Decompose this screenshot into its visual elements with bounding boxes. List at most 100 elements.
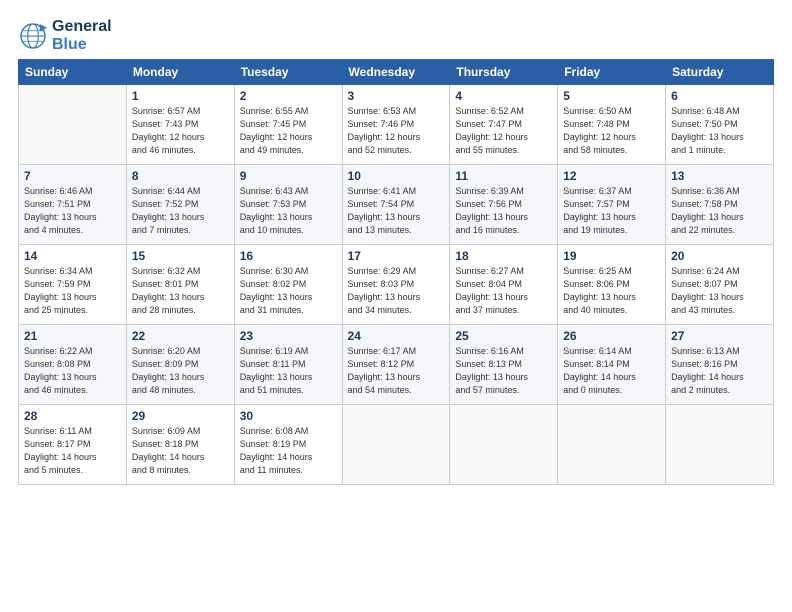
day-number: 25 <box>455 329 552 343</box>
day-number: 26 <box>563 329 660 343</box>
weekday-header: Saturday <box>666 60 774 85</box>
calendar-day-cell: 22Sunrise: 6:20 AM Sunset: 8:09 PM Dayli… <box>126 325 234 405</box>
day-info: Sunrise: 6:57 AM Sunset: 7:43 PM Dayligh… <box>132 105 229 157</box>
calendar-day-cell: 18 Sunrise: 6:27 AM Sunset: 8:04 PM Dayli… <box>450 245 558 325</box>
calendar-day-cell: 6Sunrise: 6:48 AM Sunset: 7:50 PM Daylig… <box>666 85 774 165</box>
day-number: 16 <box>240 249 337 263</box>
day-number: 2 <box>240 89 337 103</box>
calendar-day-cell: 26 Sunrise: 6:14 AM Sunset: 8:14 PM Dayli… <box>558 325 666 405</box>
day-info: Sunrise: 6:41 AM Sunset: 7:54 PM Dayligh… <box>348 185 445 237</box>
day-number: 5 <box>563 89 660 103</box>
day-number: 17 <box>348 249 445 263</box>
day-info: Sunrise: 6:30 AM Sunset: 8:02 PM Dayligh… <box>240 265 337 317</box>
calendar-day-cell <box>666 405 774 485</box>
calendar-day-cell: 27 Sunrise: 6:13 AM Sunset: 8:16 PM Dayli… <box>666 325 774 405</box>
day-number: 3 <box>348 89 445 103</box>
day-info: Sunrise: 6:46 AM Sunset: 7:51 PM Dayligh… <box>24 185 121 237</box>
day-number: 6 <box>671 89 768 103</box>
day-info: Sunrise: 6:27 AM Sunset: 8:04 PM Dayligh… <box>455 265 552 317</box>
day-number: 20 <box>671 249 768 263</box>
day-number: 11 <box>455 169 552 183</box>
calendar-day-cell: 12 Sunrise: 6:37 AM Sunset: 7:57 PM Dayli… <box>558 165 666 245</box>
day-info: Sunrise: 6:19 AM Sunset: 8:11 PM Dayligh… <box>240 345 337 397</box>
page: General Blue SundayMondayTuesdayWednesda… <box>0 0 792 612</box>
logo-icon <box>18 21 48 51</box>
calendar-day-cell: 10 Sunrise: 6:41 AM Sunset: 7:54 PM Dayli… <box>342 165 450 245</box>
day-info: Sunrise: 6:13 AM Sunset: 8:16 PM Dayligh… <box>671 345 768 397</box>
day-info: Sunrise: 6:22 AM Sunset: 8:08 PM Dayligh… <box>24 345 121 397</box>
day-number: 8 <box>132 169 229 183</box>
calendar-day-cell: 1 Sunrise: 6:57 AM Sunset: 7:43 PM Daylig… <box>126 85 234 165</box>
calendar-day-cell: 4 Sunrise: 6:52 AM Sunset: 7:47 PM Daylig… <box>450 85 558 165</box>
day-number: 7 <box>24 169 121 183</box>
calendar-day-cell: 13 Sunrise: 6:36 AM Sunset: 7:58 PM Dayli… <box>666 165 774 245</box>
calendar-day-cell: 5 Sunrise: 6:50 AM Sunset: 7:48 PM Daylig… <box>558 85 666 165</box>
calendar-day-cell <box>558 405 666 485</box>
day-number: 4 <box>455 89 552 103</box>
day-info: Sunrise: 6:37 AM Sunset: 7:57 PM Dayligh… <box>563 185 660 237</box>
calendar-day-cell: 16 Sunrise: 6:30 AM Sunset: 8:02 PM Dayli… <box>234 245 342 325</box>
day-info: Sunrise: 6:52 AM Sunset: 7:47 PM Dayligh… <box>455 105 552 157</box>
day-info: Sunrise: 6:24 AM Sunset: 8:07 PM Dayligh… <box>671 265 768 317</box>
weekday-header: Tuesday <box>234 60 342 85</box>
weekday-header: Friday <box>558 60 666 85</box>
day-info: Sunrise: 6:11 AM Sunset: 8:17 PM Dayligh… <box>24 425 121 477</box>
logo-text: General Blue <box>52 18 112 53</box>
calendar-week-row: 7 Sunrise: 6:46 AM Sunset: 7:51 PM Daylig… <box>19 165 774 245</box>
day-number: 24 <box>348 329 445 343</box>
day-info: Sunrise: 6:14 AM Sunset: 8:14 PM Dayligh… <box>563 345 660 397</box>
day-number: 30 <box>240 409 337 423</box>
calendar-day-cell: 21 Sunrise: 6:22 AM Sunset: 8:08 PM Dayli… <box>19 325 127 405</box>
calendar-day-cell: 24 Sunrise: 6:17 AM Sunset: 8:12 PM Dayli… <box>342 325 450 405</box>
day-number: 18 <box>455 249 552 263</box>
calendar-day-cell: 29 Sunrise: 6:09 AM Sunset: 8:18 PM Dayli… <box>126 405 234 485</box>
header: General Blue <box>18 18 774 53</box>
calendar-day-cell <box>19 85 127 165</box>
day-info: Sunrise: 6:08 AM Sunset: 8:19 PM Dayligh… <box>240 425 337 477</box>
calendar-week-row: 14Sunrise: 6:34 AM Sunset: 7:59 PM Dayli… <box>19 245 774 325</box>
calendar-table: SundayMondayTuesdayWednesdayThursdayFrid… <box>18 59 774 485</box>
day-info: Sunrise: 6:17 AM Sunset: 8:12 PM Dayligh… <box>348 345 445 397</box>
day-number: 15 <box>132 249 229 263</box>
calendar-day-cell: 11 Sunrise: 6:39 AM Sunset: 7:56 PM Dayli… <box>450 165 558 245</box>
calendar-day-cell: 28 Sunrise: 6:11 AM Sunset: 8:17 PM Dayli… <box>19 405 127 485</box>
day-info: Sunrise: 6:43 AM Sunset: 7:53 PM Dayligh… <box>240 185 337 237</box>
day-number: 29 <box>132 409 229 423</box>
calendar-day-cell: 2 Sunrise: 6:55 AM Sunset: 7:45 PM Daylig… <box>234 85 342 165</box>
day-info: Sunrise: 6:29 AM Sunset: 8:03 PM Dayligh… <box>348 265 445 317</box>
day-info: Sunrise: 6:50 AM Sunset: 7:48 PM Dayligh… <box>563 105 660 157</box>
calendar-day-cell: 15 Sunrise: 6:32 AM Sunset: 8:01 PM Dayli… <box>126 245 234 325</box>
calendar-day-cell: 9Sunrise: 6:43 AM Sunset: 7:53 PM Daylig… <box>234 165 342 245</box>
calendar-day-cell: 3Sunrise: 6:53 AM Sunset: 7:46 PM Daylig… <box>342 85 450 165</box>
day-number: 19 <box>563 249 660 263</box>
calendar-day-cell: 17 Sunrise: 6:29 AM Sunset: 8:03 PM Dayli… <box>342 245 450 325</box>
day-number: 22 <box>132 329 229 343</box>
day-number: 1 <box>132 89 229 103</box>
day-number: 28 <box>24 409 121 423</box>
day-info: Sunrise: 6:32 AM Sunset: 8:01 PM Dayligh… <box>132 265 229 317</box>
calendar-day-cell: 14Sunrise: 6:34 AM Sunset: 7:59 PM Dayli… <box>19 245 127 325</box>
day-info: Sunrise: 6:25 AM Sunset: 8:06 PM Dayligh… <box>563 265 660 317</box>
day-number: 23 <box>240 329 337 343</box>
day-info: Sunrise: 6:44 AM Sunset: 7:52 PM Dayligh… <box>132 185 229 237</box>
calendar-day-cell: 23 Sunrise: 6:19 AM Sunset: 8:11 PM Dayli… <box>234 325 342 405</box>
day-info: Sunrise: 6:16 AM Sunset: 8:13 PM Dayligh… <box>455 345 552 397</box>
calendar-day-cell: 25 Sunrise: 6:16 AM Sunset: 8:13 PM Dayli… <box>450 325 558 405</box>
weekday-header: Thursday <box>450 60 558 85</box>
day-number: 13 <box>671 169 768 183</box>
calendar-day-cell: 30 Sunrise: 6:08 AM Sunset: 8:19 PM Dayli… <box>234 405 342 485</box>
calendar-day-cell <box>342 405 450 485</box>
calendar-day-cell <box>450 405 558 485</box>
day-info: Sunrise: 6:36 AM Sunset: 7:58 PM Dayligh… <box>671 185 768 237</box>
calendar-day-cell: 19 Sunrise: 6:25 AM Sunset: 8:06 PM Dayli… <box>558 245 666 325</box>
day-info: Sunrise: 6:39 AM Sunset: 7:56 PM Dayligh… <box>455 185 552 237</box>
day-info: Sunrise: 6:09 AM Sunset: 8:18 PM Dayligh… <box>132 425 229 477</box>
day-number: 12 <box>563 169 660 183</box>
calendar-day-cell: 8 Sunrise: 6:44 AM Sunset: 7:52 PM Daylig… <box>126 165 234 245</box>
logo: General Blue <box>18 18 112 53</box>
day-number: 27 <box>671 329 768 343</box>
day-number: 21 <box>24 329 121 343</box>
day-number: 10 <box>348 169 445 183</box>
calendar-week-row: 21 Sunrise: 6:22 AM Sunset: 8:08 PM Dayli… <box>19 325 774 405</box>
day-info: Sunrise: 6:55 AM Sunset: 7:45 PM Dayligh… <box>240 105 337 157</box>
